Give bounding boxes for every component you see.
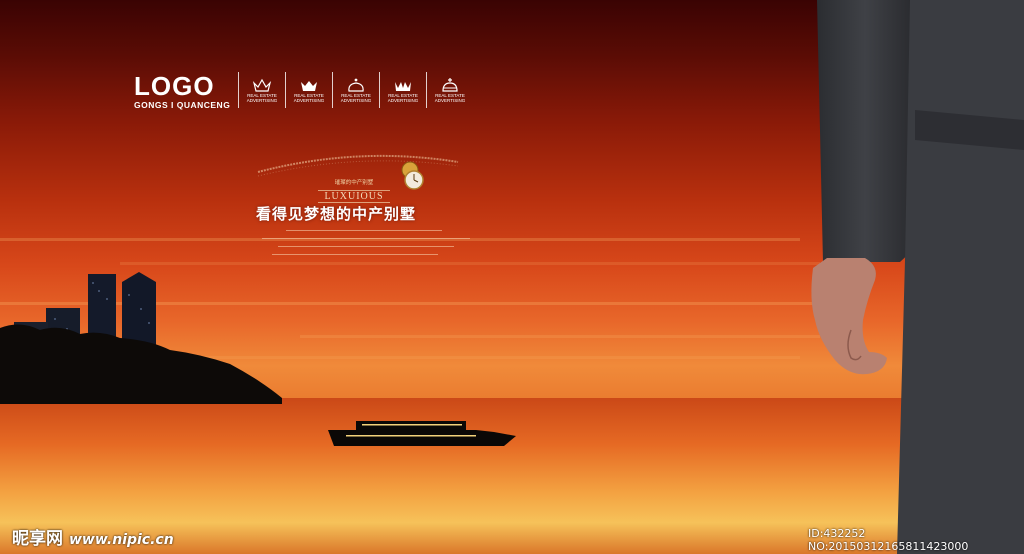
- crown-icon: [395, 81, 411, 91]
- crown-icon: [301, 80, 317, 91]
- headline-small-text: 璀璨的中产别墅: [334, 180, 374, 186]
- crown-label: REAL ESTATE ADVERTISING: [246, 92, 278, 103]
- businessman-figure: [811, 0, 1024, 554]
- crown-label: REAL ESTATE ADVERTISING: [387, 92, 419, 103]
- crown-label: REAL ESTATE ADVERTISING: [340, 92, 372, 103]
- crown-label: REAL ESTATE ADVERTISING: [434, 92, 466, 103]
- crown-icon: [442, 77, 458, 92]
- crown-badge: REAL ESTATE ADVERTISING: [332, 72, 379, 108]
- image-id-line: ID:432252 NO:20150312165811423000: [808, 527, 969, 553]
- cruise-ship-silhouette: [328, 421, 516, 446]
- crown-badges: REAL ESTATE ADVERTISING REAL ESTATE ADVE…: [238, 72, 473, 108]
- watermark-site-cn: 昵享网: [12, 529, 63, 549]
- crown-badge: REAL ESTATE ADVERTISING: [426, 72, 473, 108]
- headline-tag: 璀璨的中产别墅 LUXUIOUS: [254, 178, 454, 204]
- crown-badge: REAL ESTATE ADVERTISING: [285, 72, 332, 108]
- poster-background: LOGO GONGS I QUANCENG REAL ESTATE ADVERT…: [0, 0, 1024, 554]
- headline-title: 看得见梦想的中产别墅: [256, 205, 417, 223]
- luxurious-label: LUXUIOUS: [318, 190, 390, 203]
- crown-icon: [252, 78, 272, 92]
- city-island-silhouette: [0, 272, 282, 404]
- logo-subtitle: GONGS I QUANCENG: [134, 100, 231, 110]
- watermark-url: www.nipic.cn: [69, 532, 174, 548]
- brand-logo[interactable]: LOGO GONGS I QUANCENG: [134, 71, 231, 110]
- logo-text: LOGO: [134, 71, 215, 101]
- crown-badge: REAL ESTATE ADVERTISING: [238, 72, 285, 108]
- crown-label: REAL ESTATE ADVERTISING: [293, 92, 325, 103]
- crown-badge: REAL ESTATE ADVERTISING: [379, 72, 426, 108]
- site-watermark: 昵享网 www.nipic.cn: [12, 524, 174, 549]
- crown-icon: [348, 78, 364, 92]
